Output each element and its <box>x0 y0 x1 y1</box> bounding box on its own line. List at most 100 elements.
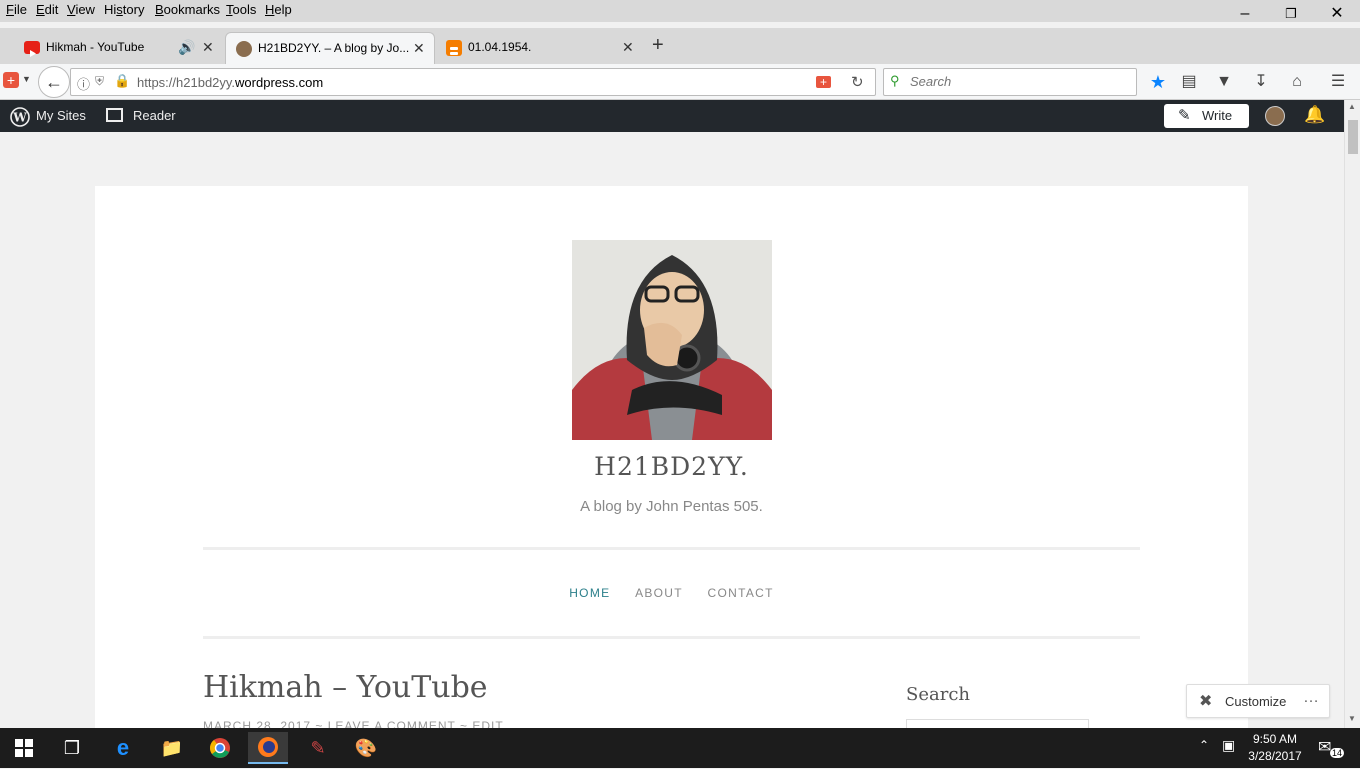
blogger-b-icon <box>450 47 458 55</box>
menu-bar: File Edit View History Bookmarks Tools H… <box>0 0 1360 22</box>
menu-tools-rest: ools <box>232 2 257 17</box>
blogger-icon <box>446 40 462 56</box>
tab-close-icon[interactable]: ✕ <box>413 33 425 63</box>
tab-youtube-label: Hikmah - YouTube <box>46 40 145 54</box>
site-description: A blog by John Pentas 505. <box>580 498 763 515</box>
search-box[interactable]: ⚲ <box>883 68 1137 96</box>
clock-date: 3/28/2017 <box>1248 749 1302 763</box>
scroll-down-icon[interactable]: ▼ <box>1348 714 1356 723</box>
chrome-icon[interactable] <box>200 732 240 764</box>
tray-chevron-up-icon[interactable]: ⌃ <box>1199 738 1209 752</box>
post-title[interactable]: Hikmah – YouTube <box>203 670 488 705</box>
menu-history-pre: Hi <box>104 2 117 17</box>
page-scrollbar[interactable]: ▲ ▼ <box>1344 100 1360 728</box>
scroll-thumb[interactable] <box>1348 120 1358 154</box>
nav-home[interactable]: HOME <box>569 586 610 600</box>
firefox-icon[interactable] <box>248 732 288 764</box>
chevron-down-icon[interactable]: ▼ <box>22 74 31 84</box>
menu-tools[interactable]: Tools <box>226 2 256 17</box>
restore-button[interactable]: ❐ <box>1268 0 1314 28</box>
tab-close-icon[interactable]: ✕ <box>202 32 214 62</box>
more-options-icon[interactable]: … <box>1303 689 1320 707</box>
menu-view[interactable]: View <box>67 2 95 17</box>
edge-browser-icon[interactable]: e <box>103 732 143 764</box>
reload-icon[interactable]: ↻ <box>851 73 864 91</box>
site-title[interactable]: H21BD2YY. <box>95 452 1248 481</box>
customize-button[interactable]: ✖ Customize … <box>1186 684 1330 718</box>
system-clock[interactable]: 9:50 AM 3/28/2017 <box>1242 731 1308 765</box>
nav-contact[interactable]: CONTACT <box>708 586 774 600</box>
menu-bookmarks[interactable]: Bookmarks <box>155 2 220 17</box>
notifications-bell-icon[interactable]: 🔔 <box>1304 105 1325 125</box>
write-label: Write <box>1202 108 1233 123</box>
tools-icon: ✖ <box>1199 693 1213 710</box>
youtube-play-icon <box>30 50 36 57</box>
menu-history[interactable]: History <box>104 2 144 17</box>
speaker-icon[interactable]: 🔊 <box>178 32 195 62</box>
lock-icon: 🔒 <box>114 73 131 88</box>
menu-help-rest: elp <box>274 2 292 17</box>
reader-link[interactable]: Reader <box>106 100 176 132</box>
header-divider <box>203 547 1140 550</box>
addon-plus-icon[interactable]: + <box>3 72 19 88</box>
tab-blogger[interactable]: 01.04.1954. ✕ <box>436 32 646 64</box>
new-tab-icon[interactable]: + <box>652 34 664 57</box>
home-icon[interactable]: ⌂ <box>1287 72 1307 92</box>
task-view-icon[interactable]: ❐ <box>52 732 92 764</box>
start-windows-icon[interactable] <box>4 732 44 764</box>
url-text[interactable]: https://h21bd2yy.wordpress.com <box>137 75 323 90</box>
menu-bookmarks-rest: ookmarks <box>163 2 221 17</box>
navigation-toolbar: + ▼ ← ⓘ ⛨ 🔒 https://h21bd2yy.wordpress.c… <box>0 64 1360 100</box>
nav-about[interactable]: ABOUT <box>635 586 683 600</box>
firefox-logo-icon <box>258 737 278 757</box>
write-button[interactable]: ✎ Write <box>1164 104 1249 128</box>
reader-icon <box>106 108 123 123</box>
close-window-button[interactable]: ✕ <box>1314 0 1360 28</box>
paint-app-icon[interactable]: 🎨 <box>346 732 386 764</box>
hamburger-menu-icon[interactable]: ☰ <box>1328 72 1348 92</box>
reader-label: Reader <box>133 108 176 123</box>
tab-bar: Hikmah - YouTube 🔊 ✕ H21BD2YY. – A blog … <box>0 28 1360 64</box>
menu-file-rest: ile <box>13 2 27 17</box>
menu-help[interactable]: Help <box>265 2 292 17</box>
portrait-illustration <box>572 240 772 440</box>
search-icon: ⚲ <box>890 73 900 88</box>
minimize-button[interactable]: – <box>1222 0 1268 28</box>
bookmark-star-icon[interactable]: ★ <box>1148 72 1168 92</box>
notification-count-badge: 14 <box>1330 748 1345 758</box>
blog-page: H21BD2YY. A blog by John Pentas 505. HOM… <box>95 186 1248 739</box>
my-sites-link[interactable]: W My Sites <box>10 100 86 132</box>
shield-icon[interactable]: ⛨ <box>95 74 104 89</box>
file-explorer-icon[interactable]: 📁 <box>152 732 192 764</box>
menu-file[interactable]: File <box>6 2 27 17</box>
menu-history-rest: tory <box>122 2 145 17</box>
back-button[interactable]: ← <box>38 66 70 98</box>
tab-youtube[interactable]: Hikmah - YouTube 🔊 ✕ <box>14 32 224 64</box>
url-domain: wordpress.com <box>235 75 324 90</box>
network-icon[interactable]: ▣ <box>1222 737 1235 754</box>
user-avatar[interactable] <box>1265 106 1285 126</box>
main-navigation: HOME ABOUT CONTACT <box>95 586 1248 600</box>
sidebar-search-title: Search <box>906 684 970 705</box>
info-icon[interactable]: ⓘ <box>77 74 90 93</box>
clock-time: 9:50 AM <box>1252 732 1298 746</box>
url-bar[interactable]: ⓘ ⛨ 🔒 https://h21bd2yy.wordpress.com + ↻ <box>70 68 876 96</box>
chrome-logo-icon <box>210 738 230 758</box>
download-icon[interactable]: ↧ <box>1251 72 1271 92</box>
addon-plus-icon[interactable]: + <box>816 76 831 88</box>
tab-blog[interactable]: H21BD2YY. – A blog by Jo... ✕ <box>225 32 435 64</box>
windows-logo-icon <box>15 739 33 757</box>
reading-list-icon[interactable]: ▤ <box>1179 72 1199 92</box>
pocket-icon[interactable]: ▼ <box>1214 72 1234 92</box>
editor-app-icon[interactable]: ✎ <box>298 732 338 764</box>
menu-view-rest: iew <box>75 2 95 17</box>
scroll-up-icon[interactable]: ▲ <box>1348 102 1356 111</box>
customize-label: Customize <box>1225 694 1287 709</box>
site-avatar-image[interactable] <box>572 240 772 440</box>
youtube-icon <box>24 41 40 57</box>
pencil-icon: ✎ <box>1178 107 1191 124</box>
menu-edit[interactable]: Edit <box>36 2 58 17</box>
search-input[interactable] <box>910 74 1130 89</box>
tab-close-icon[interactable]: ✕ <box>622 32 634 62</box>
avatar-icon <box>236 41 252 57</box>
